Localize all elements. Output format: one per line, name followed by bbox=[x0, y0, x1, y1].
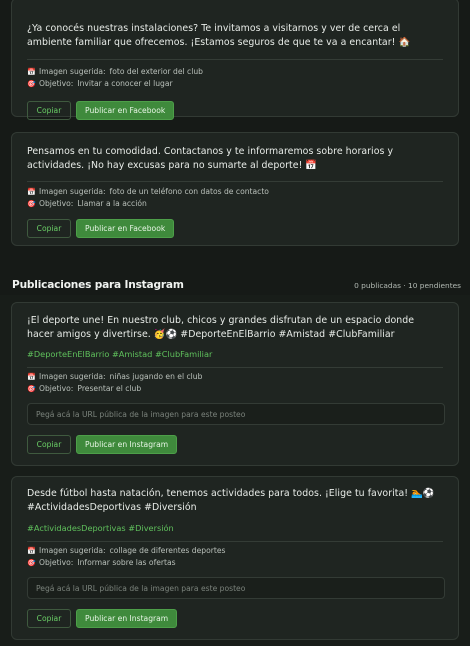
divider bbox=[27, 181, 443, 182]
instagram-post-card: ¡El deporte une! En nuestro club, chicos… bbox=[11, 302, 459, 466]
post-text: Pensamos en tu comodidad. Contactanos y … bbox=[27, 146, 394, 171]
post-meta: 📅 Imagen sugerida: collage de diferentes… bbox=[27, 545, 443, 569]
target-icon: 🎯 bbox=[27, 80, 36, 88]
calendar-icon: 📅 bbox=[27, 373, 36, 381]
suggested-image-value: foto del exterior del club bbox=[109, 67, 203, 76]
goal-label: Objetivo: bbox=[39, 384, 74, 393]
suggested-image-label: Imagen sugerida: bbox=[39, 546, 106, 555]
copy-button[interactable]: Copiar bbox=[27, 609, 71, 628]
goal-row: 🎯 Objetivo: Presentar el club bbox=[27, 383, 443, 395]
post-text: ¡El deporte une! En nuestro club, chicos… bbox=[27, 315, 415, 340]
copy-button[interactable]: Copiar bbox=[27, 435, 71, 454]
goal-label: Objetivo: bbox=[39, 199, 74, 208]
image-url-input[interactable] bbox=[27, 577, 445, 599]
calendar-icon: 📅 bbox=[27, 547, 36, 555]
target-icon: 🎯 bbox=[27, 559, 36, 567]
hashtags: #ActividadesDeportivas #Diversión bbox=[27, 523, 174, 533]
post-actions: Copiar Publicar en Instagram bbox=[27, 435, 443, 454]
goal-row: 🎯 Objetivo: Invitar a conocer el lugar bbox=[27, 78, 443, 90]
goal-row: 🎯 Objetivo: Informar sobre las ofertas bbox=[27, 557, 443, 569]
image-url-input[interactable] bbox=[27, 403, 445, 425]
suggested-image-label: Imagen sugerida: bbox=[39, 187, 106, 196]
post-meta: 📅 Imagen sugerida: niñas jugando en el c… bbox=[27, 371, 443, 395]
suggested-image-label: Imagen sugerida: bbox=[39, 67, 106, 76]
hashtags: #DeporteEnElBarrio #Amistad #ClubFamilia… bbox=[27, 349, 213, 359]
publish-count: 0 publicadas · 10 pendientes bbox=[354, 280, 461, 290]
goal-value: Llamar a la acción bbox=[77, 199, 147, 208]
goal-value: Informar sobre las ofertas bbox=[77, 558, 176, 567]
target-icon: 🎯 bbox=[27, 385, 36, 393]
post-text: ¿Ya conocés nuestras instalaciones? Te i… bbox=[27, 23, 411, 48]
copy-button[interactable]: Copiar bbox=[27, 101, 71, 120]
divider bbox=[27, 367, 443, 368]
suggested-image-row: 📅 Imagen sugerida: collage de diferentes… bbox=[27, 545, 443, 557]
post-actions: Copiar Publicar en Instagram bbox=[27, 609, 443, 628]
goal-value: Presentar el club bbox=[77, 384, 142, 393]
instagram-section-header: Publicaciones para Instagram 0 publicada… bbox=[12, 277, 461, 293]
facebook-post-card: ¿Ya conocés nuestras instalaciones? Te i… bbox=[11, 0, 459, 120]
suggested-image-value: niñas jugando en el club bbox=[109, 372, 203, 381]
publish-instagram-button[interactable]: Publicar en Instagram bbox=[76, 435, 178, 454]
divider bbox=[27, 59, 443, 60]
instagram-post-card: Desde fútbol hasta natación, tenemos act… bbox=[11, 476, 459, 640]
publish-facebook-button[interactable]: Publicar en Facebook bbox=[76, 219, 175, 238]
copy-button[interactable]: Copiar bbox=[27, 219, 71, 238]
suggested-image-value: collage de diferentes deportes bbox=[109, 546, 226, 555]
post-text: Desde fútbol hasta natación, tenemos act… bbox=[27, 488, 435, 513]
post-meta: 📅 Imagen sugerida: foto del exterior del… bbox=[27, 66, 443, 90]
post-actions: Copiar Publicar en Facebook bbox=[27, 219, 443, 238]
suggested-image-value: foto de un teléfono con datos de contact… bbox=[109, 187, 269, 196]
suggested-image-label: Imagen sugerida: bbox=[39, 372, 106, 381]
suggested-image-row: 📅 Imagen sugerida: niñas jugando en el c… bbox=[27, 371, 443, 383]
calendar-icon: 📅 bbox=[27, 188, 36, 196]
facebook-post-card: Pensamos en tu comodidad. Contactanos y … bbox=[11, 132, 459, 246]
divider bbox=[27, 541, 443, 542]
post-actions: Copiar Publicar en Facebook bbox=[27, 101, 443, 120]
publish-instagram-button[interactable]: Publicar en Instagram bbox=[76, 609, 178, 628]
goal-value: Invitar a conocer el lugar bbox=[77, 79, 173, 88]
section-title: Publicaciones para Instagram bbox=[12, 279, 184, 291]
post-meta: 📅 Imagen sugerida: foto de un teléfono c… bbox=[27, 186, 443, 210]
suggested-image-row: 📅 Imagen sugerida: foto del exterior del… bbox=[27, 66, 443, 78]
goal-label: Objetivo: bbox=[39, 79, 74, 88]
calendar-icon: 📅 bbox=[27, 68, 36, 76]
goal-row: 🎯 Objetivo: Llamar a la acción bbox=[27, 198, 443, 210]
suggested-image-row: 📅 Imagen sugerida: foto de un teléfono c… bbox=[27, 186, 443, 198]
publish-facebook-button[interactable]: Publicar en Facebook bbox=[76, 101, 175, 120]
target-icon: 🎯 bbox=[27, 200, 36, 208]
goal-label: Objetivo: bbox=[39, 558, 74, 567]
